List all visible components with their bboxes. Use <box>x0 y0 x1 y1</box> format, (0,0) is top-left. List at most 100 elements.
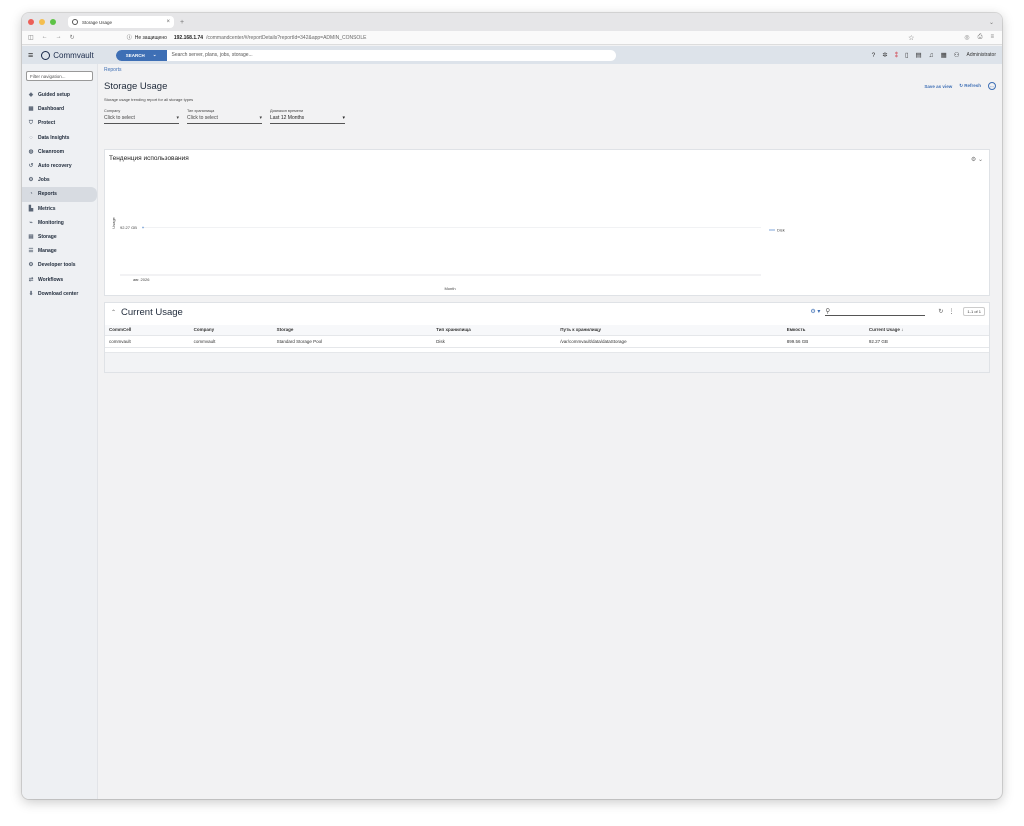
table-cell: commvault <box>189 335 273 348</box>
forward-icon[interactable]: → <box>56 34 62 41</box>
main-content: Reports Storage Usage Storage usage tren… <box>104 64 996 799</box>
filter-select[interactable]: Click to select ▾ <box>104 115 179 124</box>
new-tab-icon[interactable]: + <box>180 19 184 26</box>
bookmark-star-icon[interactable]: ☆ <box>908 34 914 42</box>
sidebar-item-label: Reports <box>38 191 57 198</box>
close-tab-icon[interactable]: × <box>166 19 170 25</box>
security-label: Не защищено <box>134 34 167 41</box>
sidebar-item-metrics[interactable]: ▙ Metrics <box>22 202 97 216</box>
chart-settings-icon[interactable]: ⚙ ⌄ <box>971 156 983 163</box>
column-header[interactable]: Current Usage ↓ <box>864 325 989 336</box>
table-search-input[interactable]: ⚲ <box>825 307 926 316</box>
url-field[interactable]: ⓘ Не защищено 192.168.1.74/commandcenter… <box>126 34 367 42</box>
tab-list-chevron-icon[interactable]: ⌄ <box>989 19 994 26</box>
settings-icon[interactable]: ✲ <box>882 51 887 59</box>
sidebar-item-storage[interactable]: ▤ Storage <box>22 230 97 244</box>
sidebar-toggle-icon[interactable]: ◫ <box>28 34 34 41</box>
document-icon[interactable]: ▯ <box>905 51 909 59</box>
column-header[interactable]: Емкость <box>782 325 865 336</box>
sidebar-item-label: Metrics <box>38 205 56 212</box>
sidebar-item-monitoring[interactable]: ⌁ Monitoring <box>22 216 97 230</box>
column-header[interactable]: Путь к хранилищу <box>556 325 783 336</box>
browser-tab[interactable]: Storage Usage × <box>68 16 174 28</box>
maximize-window-button[interactable] <box>50 19 56 25</box>
chart-title: Тенденция использования <box>109 155 189 162</box>
not-secure-icon: ⓘ <box>126 35 132 41</box>
shield-icon[interactable]: ◎ <box>964 34 969 41</box>
storage-type-filter[interactable]: Тип хранилища Click to select ▾ <box>187 109 262 124</box>
calendar-icon[interactable]: ▦ <box>941 51 947 59</box>
table-more-icon[interactable]: ⋮ <box>948 308 954 315</box>
minimize-window-button[interactable] <box>39 19 45 25</box>
sidebar-item-dashboard[interactable]: ▦ Dashboard <box>22 102 97 116</box>
sidebar: Filter navigation... ◈ Guided setup ▦ Dash… <box>22 64 98 799</box>
breadcrumb[interactable]: Reports <box>104 67 122 73</box>
table-refresh-icon[interactable]: ↻ <box>938 308 943 315</box>
table-row[interactable]: commvault commvault Standard Storage Poo… <box>105 335 989 348</box>
filter-select[interactable]: Click to select ▾ <box>187 115 262 124</box>
time-range-filter[interactable]: Диапазон времени Last 12 Months ▾ <box>270 109 345 124</box>
sidebar-item-download-center[interactable]: ⬇ Download center <box>22 287 97 301</box>
search-button-label: SEARCH <box>125 52 145 58</box>
column-header[interactable]: Company <box>189 325 273 336</box>
sidebar-item-workflows[interactable]: ⇄ Workflows <box>22 272 97 286</box>
app-header: ≡ Commvault SEARCH ⌄ Search server, plan… <box>22 46 1002 64</box>
help-icon[interactable]: ? <box>872 52 876 59</box>
address-bar: ◫ ← → ↻ ⓘ Не защищено 192.168.1.74/comma… <box>22 31 1002 45</box>
column-header[interactable]: CommCell <box>105 325 190 336</box>
sidebar-item-label: Data Insights <box>38 134 70 141</box>
collapse-chevron-icon[interactable]: ⌃ <box>111 309 116 316</box>
sidebar-item-label: Monitoring <box>38 219 64 226</box>
browser-window: Storage Usage × + ⌄ ◫ ← → ↻ ⓘ Не защищен… <box>22 13 1002 799</box>
sidebar-item-protect[interactable]: ⛉ Protect <box>22 116 97 130</box>
reload-icon[interactable]: ↻ <box>70 34 75 41</box>
browser-toolbar-right: ◎ ⎙ ≡ <box>964 34 994 41</box>
more-options-icon[interactable]: ··· <box>988 82 996 90</box>
sidebar-item-cleanroom[interactable]: ◍ Cleanroom <box>22 145 97 159</box>
hamburger-menu-icon[interactable]: ≡ <box>28 50 33 60</box>
column-header[interactable]: Storage <box>272 325 433 336</box>
share-icon[interactable]: ⎙ <box>978 34 983 41</box>
close-window-button[interactable] <box>28 19 34 25</box>
sidebar-item-guided-setup[interactable]: ◈ Guided setup <box>22 88 97 102</box>
sidebar-item-manage[interactable]: ☰ Manage <box>22 244 97 258</box>
search-input[interactable]: Search server, plans, jobs, storage... <box>172 52 253 58</box>
back-icon[interactable]: ← <box>42 34 48 41</box>
page-description: Storage usage trending report for all st… <box>104 97 194 102</box>
current-usage-title: Current Usage <box>121 307 183 318</box>
refresh-button[interactable]: ↻ Refresh <box>959 83 981 89</box>
clipboard-icon[interactable]: ▤ <box>916 51 922 59</box>
sidebar-item-jobs[interactable]: ⚙ Jobs <box>22 173 97 187</box>
sidebar-item-reports[interactable]: ◔ Reports <box>22 187 97 202</box>
sidebar-item-developer-tools[interactable]: ⚙ Developer tools <box>22 258 97 272</box>
download-center-icon: ⬇ <box>28 290 34 297</box>
filter-navigation-input[interactable]: Filter navigation... <box>26 71 93 81</box>
save-as-view-button[interactable]: Save as view <box>924 84 952 89</box>
user-name[interactable]: Administrator <box>967 52 996 58</box>
table-settings-icon[interactable]: ⚙ ▾ <box>810 308 820 315</box>
bell-icon[interactable]: ♫ <box>929 52 934 59</box>
chevron-down-icon: ⌄ <box>152 52 157 57</box>
sidebar-item-auto-recovery[interactable]: ↺ Auto recovery <box>22 159 97 173</box>
menu-icon[interactable]: ≡ <box>990 34 994 41</box>
filter-label: Тип хранилища <box>187 109 215 113</box>
brand-logo[interactable]: Commvault <box>41 50 94 60</box>
column-header[interactable]: Тип хранилища <box>432 325 557 336</box>
alert-pulse-icon[interactable]: ⁑ <box>895 51 898 59</box>
commvault-favicon-icon <box>72 19 78 25</box>
protect-icon: ⛉ <box>28 119 34 126</box>
sidebar-item-label: Dashboard <box>38 106 65 113</box>
sidebar-item-label: Cleanroom <box>38 148 65 155</box>
sidebar-item-label: Developer tools <box>38 262 76 269</box>
sidebar-item-label: Protect <box>38 120 56 127</box>
user-icon[interactable]: ⚇ <box>954 51 960 59</box>
dropdown-arrow-icon: ▾ <box>259 115 262 121</box>
table-header-row: CommCell Company Storage Тип хранилища П… <box>105 325 989 336</box>
current-usage-card: ⌃ Current Usage ⚙ ▾ ⚲ ↻ ⋮ 1-1 of 1 CommC… <box>104 302 990 373</box>
global-search: SEARCH ⌄ Search server, plans, jobs, sto… <box>115 49 616 61</box>
filter-select[interactable]: Last 12 Months ▾ <box>270 115 345 124</box>
sidebar-item-data-insights[interactable]: ◌ Data Insights <box>22 131 97 145</box>
search-scope-button[interactable]: SEARCH ⌄ <box>115 49 167 61</box>
page-title: Storage Usage <box>104 81 168 92</box>
company-filter[interactable]: Company Click to select ▾ <box>104 109 179 124</box>
